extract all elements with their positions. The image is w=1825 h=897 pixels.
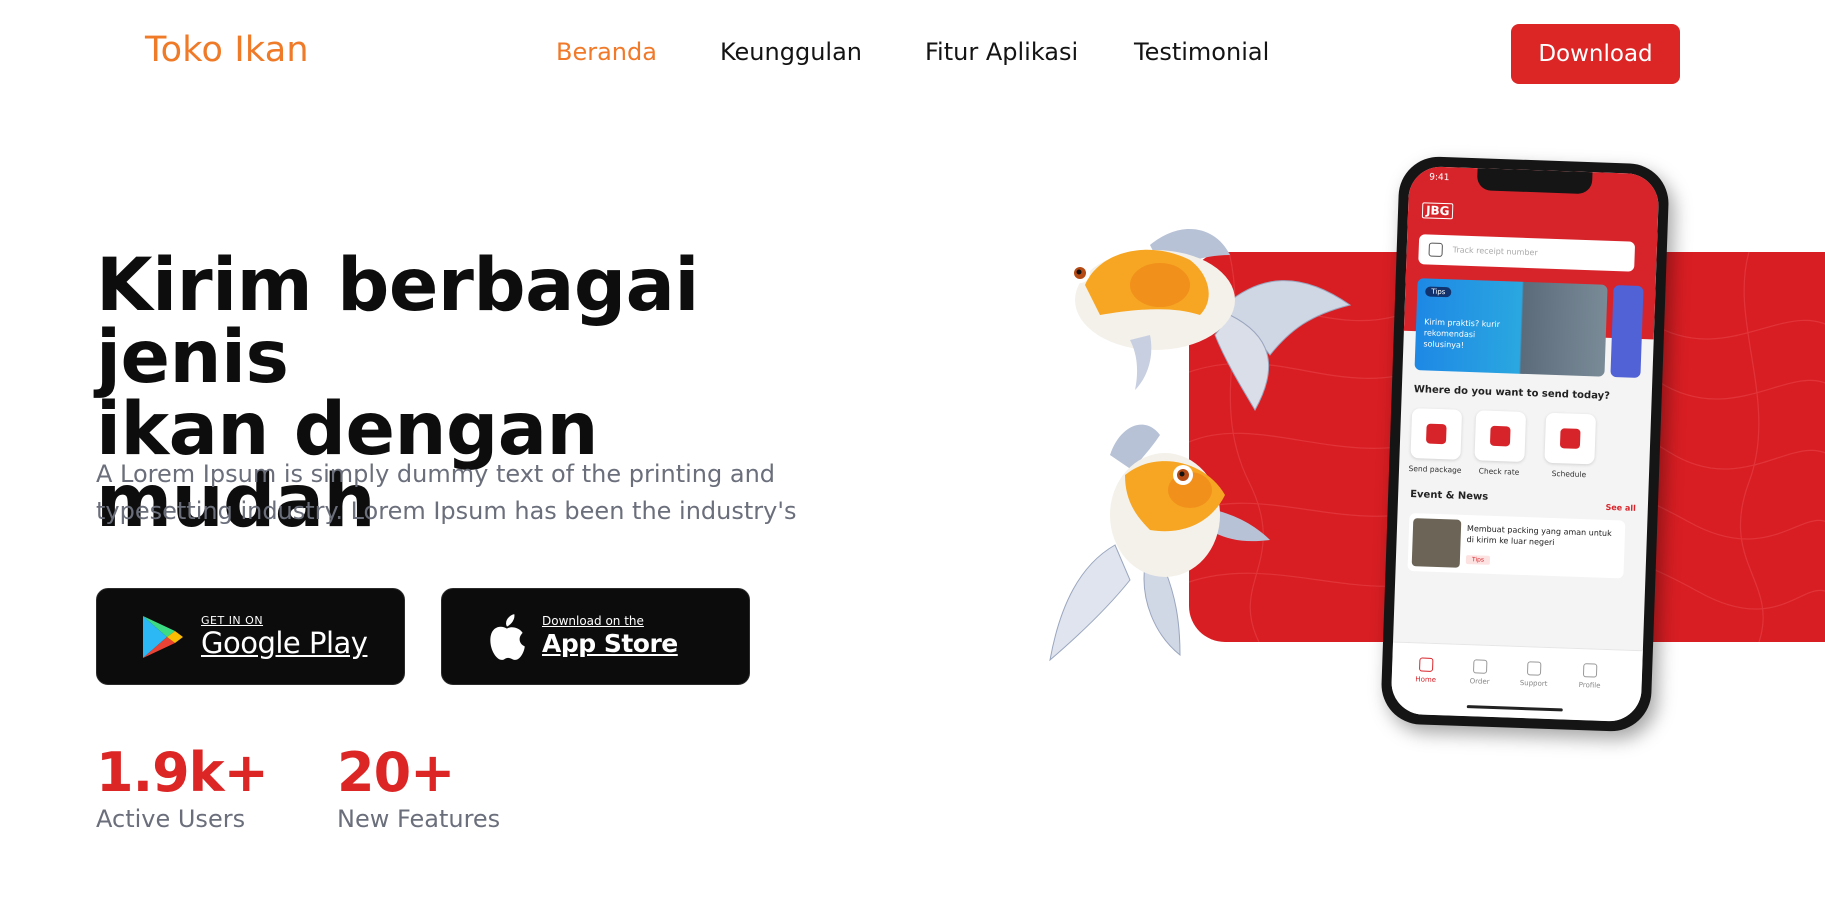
google-play-button[interactable]: GET IN ON Google Play <box>96 588 405 685</box>
tab-profile[interactable]: Profile <box>1569 663 1610 690</box>
home-indicator <box>1466 705 1563 712</box>
headset-icon <box>1526 661 1542 676</box>
banner-tag: Tips <box>1425 286 1452 298</box>
tab-home[interactable]: Home <box>1406 657 1447 684</box>
phone-notch <box>1476 168 1593 195</box>
tab-label: Home <box>1415 675 1437 685</box>
news-title: Membuat packing yang aman untuk di kirim… <box>1466 524 1612 548</box>
app-store-button[interactable]: Download on the App Store <box>441 588 750 685</box>
hero-description: A Lorem Ipsum is simply dummy text of th… <box>96 460 797 525</box>
news-card[interactable]: Membuat packing yang aman untuk di kirim… <box>1407 513 1626 579</box>
promo-banner-next[interactable] <box>1610 284 1644 378</box>
tab-support[interactable]: Support <box>1514 661 1555 688</box>
phone-screen: 9:41 JBG Track receipt number Tips Kirim… <box>1390 165 1660 723</box>
scan-icon <box>1428 242 1443 258</box>
user-icon <box>1582 663 1598 678</box>
bag-icon <box>1472 659 1488 674</box>
nav-beranda[interactable]: Beranda <box>556 38 657 66</box>
stat-label: New Features <box>337 805 501 833</box>
app-tab-bar: Home Order Support Profile <box>1390 641 1643 723</box>
app-store-big-text: App Store <box>542 628 678 658</box>
app-brand-logo: JBG <box>1421 202 1454 220</box>
stat-new-features: 20+ New Features <box>337 741 501 834</box>
nav-testimonial[interactable]: Testimonial <box>1134 38 1269 66</box>
stat-label: Active Users <box>96 805 246 833</box>
nav-keunggulan[interactable]: Keunggulan <box>720 38 862 66</box>
tab-label: Order <box>1469 677 1490 686</box>
stat-value: 1.9k+ <box>96 741 269 804</box>
news-thumbnail <box>1411 518 1462 568</box>
tab-label: Support <box>1519 678 1548 688</box>
events-title: Event & News <box>1409 489 1489 503</box>
tab-label: Profile <box>1578 681 1601 690</box>
stat-active-users: 1.9k+ Active Users <box>96 741 269 834</box>
news-tag: Tips <box>1465 555 1491 565</box>
calendar-icon <box>1544 412 1597 465</box>
package-icon <box>1410 408 1463 460</box>
phone-mockup: 9:41 JBG Track receipt number Tips Kirim… <box>1380 155 1670 733</box>
apple-icon <box>490 613 525 660</box>
promo-banner[interactable]: Tips Kirim praktis? kurir rekomendasi so… <box>1414 278 1608 377</box>
service-schedule[interactable]: Schedule <box>1539 412 1601 480</box>
download-button[interactable]: Download <box>1511 24 1680 84</box>
service-send-package[interactable]: Send package <box>1405 408 1467 475</box>
track-placeholder: Track receipt number <box>1452 245 1538 258</box>
banner-text: Kirim praktis? kurir rekomendasi solusin… <box>1423 317 1501 350</box>
home-icon <box>1418 657 1434 672</box>
goldfish-top-image <box>1070 228 1352 411</box>
google-play-icon <box>143 615 183 658</box>
see-all-link[interactable]: See all <box>1605 503 1636 513</box>
send-question: Where do you want to send today? <box>1413 384 1611 402</box>
service-label: Schedule <box>1551 468 1587 480</box>
service-label: Send package <box>1408 463 1462 475</box>
service-label: Check rate <box>1478 466 1520 477</box>
goldfish-bottom-image <box>1049 424 1270 662</box>
service-check-rate[interactable]: Check rate <box>1469 410 1531 477</box>
app-store-small-text: Download on the <box>542 613 644 628</box>
tab-order[interactable]: Order <box>1460 659 1501 686</box>
status-time: 9:41 <box>1429 172 1450 184</box>
search-rate-icon <box>1474 410 1527 462</box>
google-play-big-text: Google Play <box>201 626 368 660</box>
nav-fitur-aplikasi[interactable]: Fitur Aplikasi <box>925 38 1078 66</box>
stat-value: 20+ <box>337 741 455 804</box>
hero-title-line-1: Kirim berbagai jenis <box>96 243 699 400</box>
